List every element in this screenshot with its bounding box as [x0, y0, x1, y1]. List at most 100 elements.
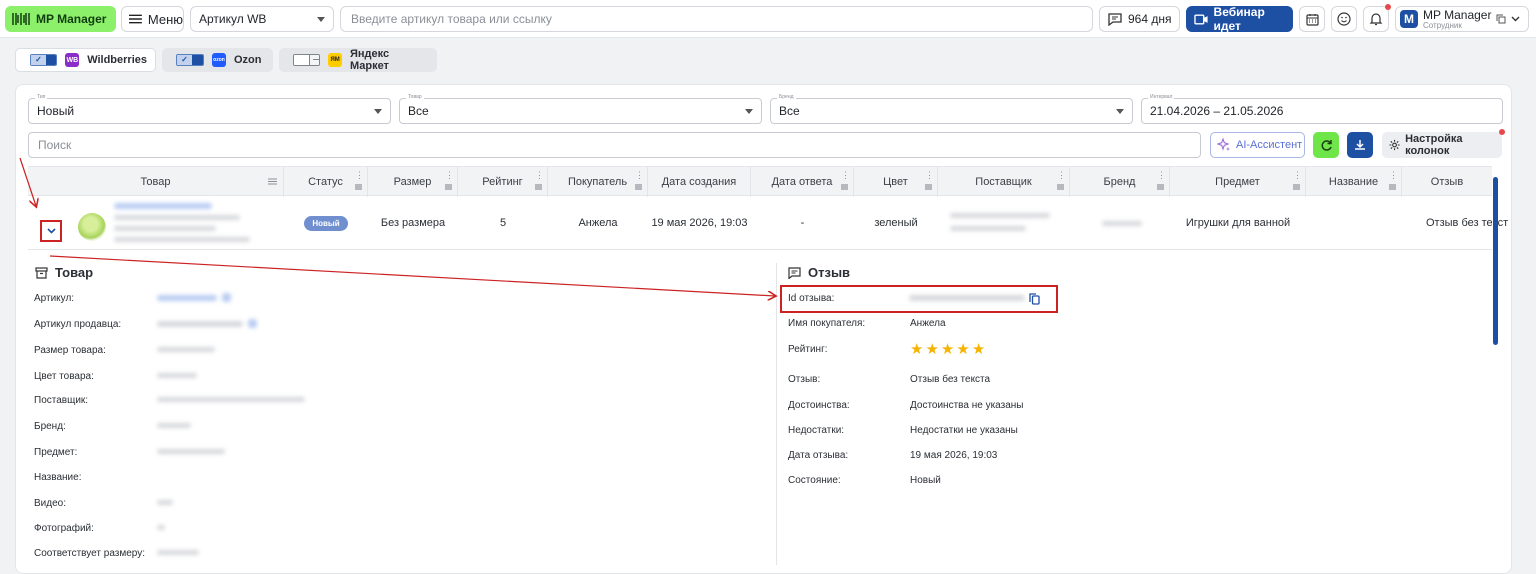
state-value: Новый — [910, 475, 941, 486]
column-header-review[interactable]: Отзыв — [1402, 167, 1492, 197]
wildberries-logo: WB — [65, 53, 80, 67]
column-header-name[interactable]: Название — [1306, 167, 1402, 197]
toggle-switch[interactable]: ✓ — [30, 54, 58, 66]
blurred-value — [157, 373, 197, 378]
column-header-buyer[interactable]: Покупатель — [548, 167, 648, 197]
field-label: Артикул продавца: — [34, 319, 122, 330]
field-label: Размер товара: — [34, 345, 106, 356]
blurred-seller-article — [157, 321, 243, 327]
blurred-value — [157, 423, 191, 428]
table-search — [28, 132, 1201, 158]
calendar-icon — [1305, 13, 1319, 26]
brand-logo-button[interactable]: MP Manager — [5, 6, 116, 32]
table-row[interactable]: Новый Без размера 5 Анжела 19 мая 2026, … — [28, 196, 1508, 250]
blurred-value — [157, 347, 215, 352]
column-header-status[interactable]: Статус — [284, 167, 368, 197]
subscription-days: 964 дня — [1128, 12, 1172, 26]
refresh-icon — [1321, 139, 1332, 151]
field-label: Артикул: — [34, 293, 75, 304]
copy-icon[interactable] — [248, 319, 257, 328]
marketplace-toggle-yandex[interactable]: ЯМ Яндекс Маркет — [279, 48, 437, 72]
article-type-select[interactable]: Артикул WB — [190, 6, 334, 32]
status-badge: Новый — [304, 215, 348, 231]
brand-filter-value: Все — [779, 104, 800, 118]
column-menu-icon[interactable] — [1057, 170, 1066, 192]
buyer-name-value: Анжела — [910, 318, 946, 329]
column-header-brand[interactable]: Бренд — [1070, 167, 1170, 197]
column-menu-icon[interactable] — [925, 170, 934, 192]
expand-row-button[interactable] — [40, 220, 62, 242]
calendar-button[interactable] — [1299, 6, 1325, 32]
star-icon: ★ — [940, 341, 955, 358]
article-search-input[interactable] — [351, 12, 1082, 26]
column-header-size[interactable]: Размер — [368, 167, 458, 197]
notification-dot — [1385, 4, 1391, 10]
column-menu-icon[interactable] — [445, 170, 454, 192]
review-section-title: Отзыв — [788, 265, 850, 280]
refresh-button[interactable] — [1313, 132, 1339, 158]
column-header-subject[interactable]: Предмет — [1170, 167, 1306, 197]
chevron-down-icon — [745, 108, 753, 114]
product-section-title: Товар — [35, 265, 93, 280]
blurred-value — [157, 500, 173, 505]
notification-dot — [1499, 129, 1505, 135]
blurred-product-link[interactable] — [114, 203, 212, 209]
column-menu-icon[interactable] — [841, 170, 850, 192]
webinar-button[interactable]: Вебинар идет — [1186, 5, 1293, 33]
download-button[interactable] — [1347, 132, 1373, 158]
brand-filter-label: Бренд — [777, 94, 796, 101]
webinar-label: Вебинар идет — [1213, 5, 1265, 33]
column-menu-icon[interactable] — [1293, 170, 1302, 192]
table-search-input[interactable] — [38, 138, 1191, 152]
column-menu-icon[interactable] — [635, 170, 644, 192]
blurred-value — [157, 397, 305, 402]
ai-assistant-button[interactable]: AI-Ассистент — [1210, 132, 1305, 158]
column-header-answered[interactable]: Дата ответа — [751, 167, 854, 197]
toggle-switch[interactable] — [293, 54, 321, 66]
menu-label: Меню — [147, 11, 183, 27]
marketplace-name: Яндекс Маркет — [349, 48, 390, 72]
product-filter[interactable]: Товар Все — [399, 94, 762, 124]
annotation-highlight-box — [780, 285, 1058, 313]
column-header-color[interactable]: Цвет — [854, 167, 938, 197]
blurred-text — [114, 237, 250, 242]
column-settings-label: Настройка колонок — [1405, 133, 1463, 157]
subscription-days-button[interactable]: 964 дня — [1099, 6, 1180, 32]
cons-label: Недостатки: — [788, 425, 845, 436]
detail-divider — [776, 263, 777, 565]
brand-filter[interactable]: Бренд Все — [770, 94, 1133, 124]
star-icon: ★ — [956, 341, 970, 358]
toggle-switch[interactable]: ✓ — [176, 54, 204, 66]
column-header-rating[interactable]: Рейтинг — [458, 167, 548, 197]
account-logo: M — [1400, 10, 1418, 28]
column-menu-icon[interactable] — [1157, 170, 1166, 192]
column-header-supplier[interactable]: Поставщик — [938, 167, 1070, 197]
interval-filter[interactable]: Интервал 21.04.2026 – 21.05.2026 — [1141, 94, 1503, 124]
type-filter[interactable]: Тип Новый — [28, 94, 391, 124]
field-label: Фотографий: — [34, 523, 94, 534]
chevron-down-icon — [374, 108, 382, 114]
column-header-created[interactable]: Дата создания — [648, 167, 751, 197]
gear-icon — [1389, 139, 1400, 151]
marketplace-name: Ozon — [234, 54, 262, 66]
copy-icon[interactable] — [222, 293, 231, 302]
feedback-button[interactable] — [1331, 6, 1357, 32]
column-settings-button[interactable]: Настройка колонок — [1382, 129, 1505, 158]
pros-label: Достоинства: — [788, 400, 850, 411]
buyer-name-label: Имя покупателя: — [788, 318, 866, 329]
chevron-down-icon — [317, 16, 325, 22]
column-menu-icon[interactable] — [1389, 170, 1398, 192]
marketplace-toggle-ozon[interactable]: ✓ ozon Ozon — [162, 48, 273, 72]
column-menu-icon[interactable] — [355, 170, 364, 192]
notifications-button[interactable] — [1363, 4, 1391, 32]
marketplace-toggle-wildberries[interactable]: ✓ WB Wildberries — [15, 48, 156, 72]
chevron-down-icon — [46, 228, 56, 234]
menu-button[interactable]: Меню — [121, 6, 184, 32]
column-menu-icon[interactable] — [535, 170, 544, 192]
vertical-scrollbar[interactable] — [1493, 177, 1498, 345]
product-filter-label: Товар — [406, 94, 424, 101]
account-menu[interactable]: M MP Manager Сотрудник — [1395, 6, 1529, 32]
blurred-article[interactable] — [157, 295, 217, 301]
article-search — [340, 6, 1093, 32]
column-header-product[interactable]: Товар — [28, 167, 284, 197]
